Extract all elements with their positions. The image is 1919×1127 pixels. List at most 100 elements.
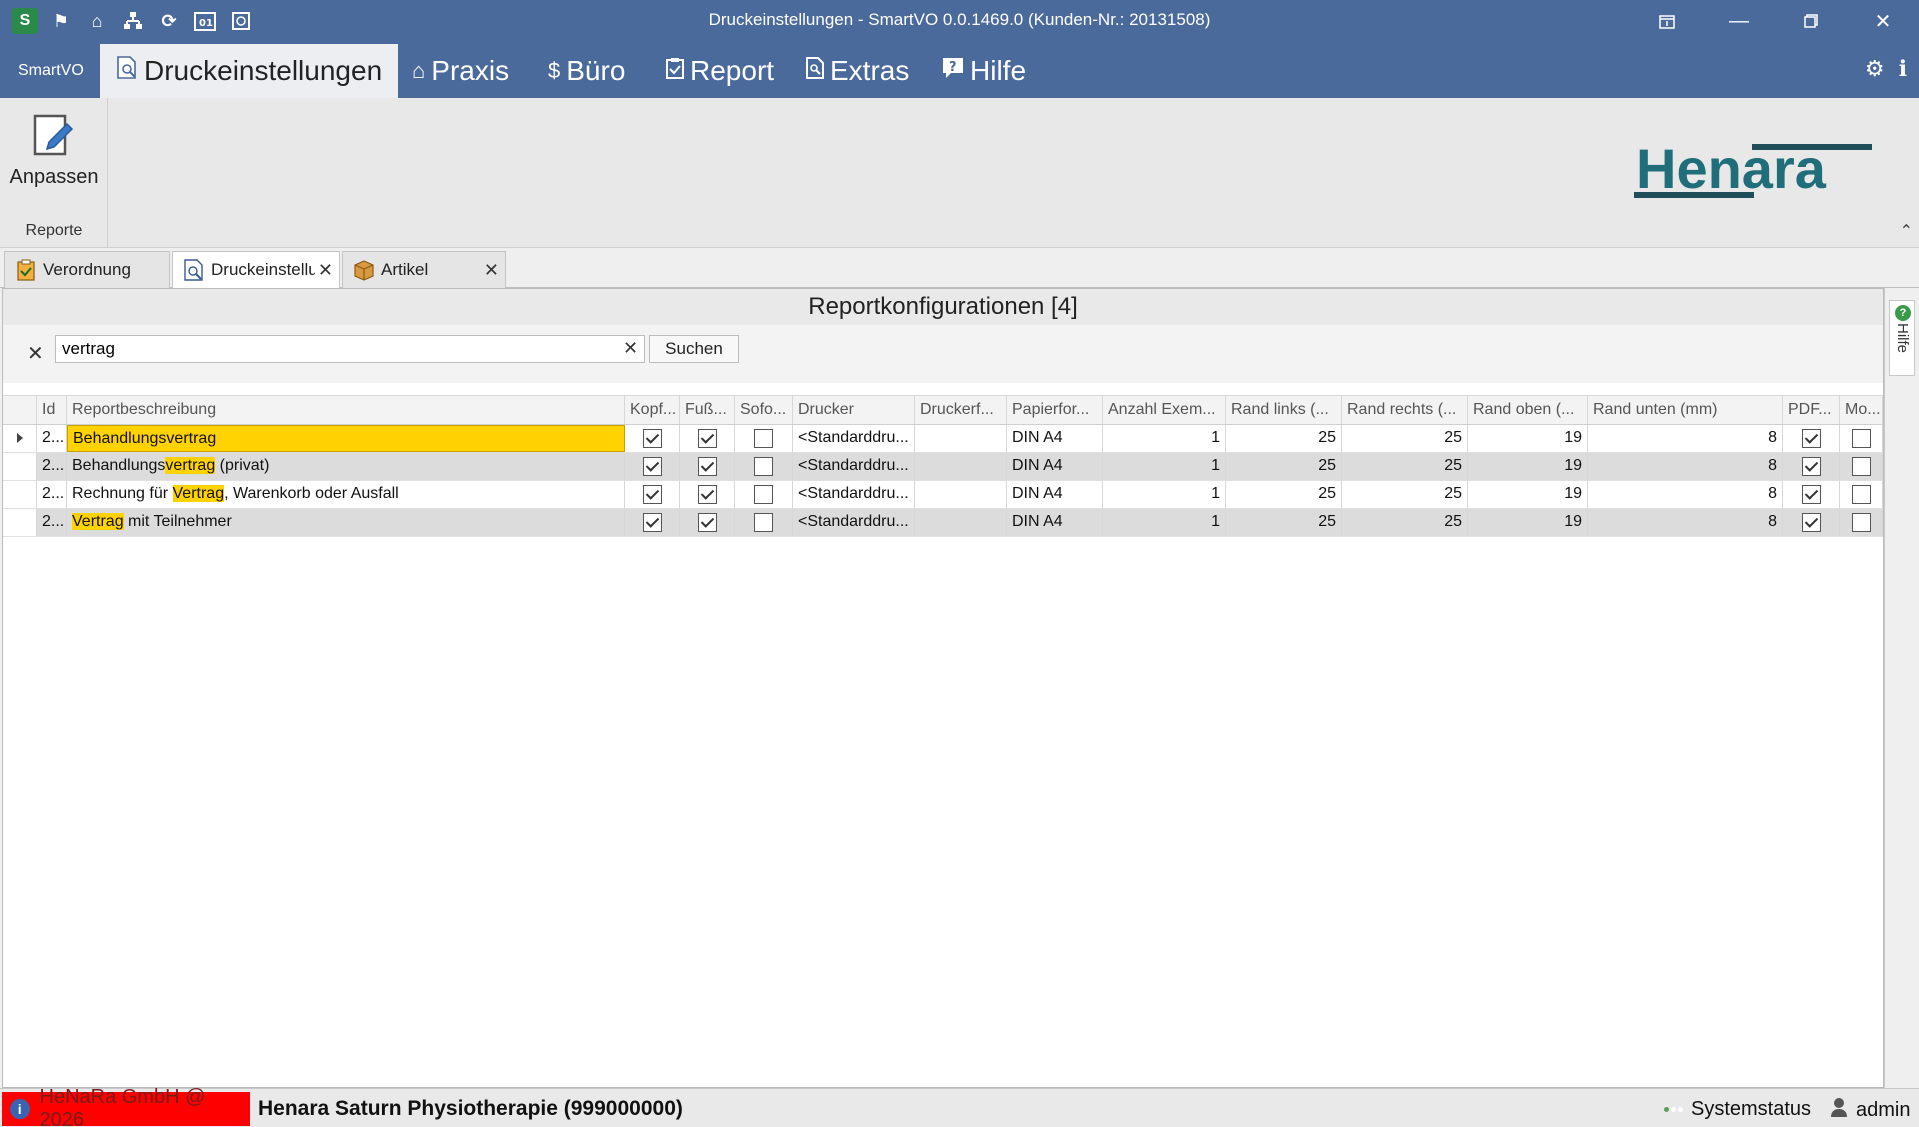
cell-druckerf[interactable] — [915, 453, 1007, 480]
cell-rand-oben[interactable]: 19 — [1468, 453, 1588, 480]
cell-pdf[interactable] — [1783, 481, 1840, 508]
cell-fuss[interactable] — [680, 509, 735, 536]
column-header-reportbeschreibung[interactable]: Reportbeschreibung — [67, 396, 625, 424]
tab-report[interactable]: Report — [654, 44, 786, 98]
kopf-checkbox[interactable] — [642, 457, 662, 476]
table-row[interactable]: 2... Behandlungsvertrag <Standarddru... … — [3, 425, 1883, 453]
cell-papier[interactable]: DIN A4 — [1007, 425, 1103, 452]
cell-mo[interactable] — [1840, 453, 1883, 480]
table-row[interactable]: 2... Rechnung für Vertrag, Warenkorb ode… — [3, 481, 1883, 509]
home-icon[interactable]: ⌂ — [84, 8, 110, 34]
cell-rand-rechts[interactable]: 25 — [1342, 453, 1468, 480]
app-logo-icon[interactable]: S — [12, 8, 38, 34]
cell-rand-rechts[interactable]: 25 — [1342, 425, 1468, 452]
cell-anzahl[interactable]: 1 — [1103, 509, 1226, 536]
help-side-tab[interactable]: ? Hilfe — [1889, 300, 1915, 376]
fuss-checkbox[interactable] — [697, 485, 717, 504]
column-header-id[interactable]: Id — [37, 396, 67, 424]
cell-rand-unten[interactable]: 8 — [1588, 509, 1783, 536]
tab-druckeinstellungen-doc[interactable]: Druckeinstellungen ✕ — [172, 251, 340, 288]
tab-buero[interactable]: $ Büro — [536, 44, 637, 98]
mo-checkbox[interactable] — [1851, 457, 1871, 476]
close-tab-icon[interactable]: ✕ — [484, 260, 499, 281]
cell-rand-oben[interactable]: 19 — [1468, 481, 1588, 508]
cell-rand-unten[interactable]: 8 — [1588, 453, 1783, 480]
cell-rand-rechts[interactable]: 25 — [1342, 509, 1468, 536]
restore-icon[interactable] — [1631, 0, 1703, 42]
cell-kopf[interactable] — [625, 425, 680, 452]
tab-hilfe[interactable]: ? Hilfe — [930, 44, 1038, 98]
column-header-rand-oben[interactable]: Rand oben (... — [1468, 396, 1588, 424]
mo-checkbox[interactable] — [1851, 429, 1871, 448]
column-header-papierformat[interactable]: Papierfor... — [1007, 396, 1103, 424]
cell-drucker[interactable]: <Standarddru... — [793, 453, 915, 480]
sofort-checkbox[interactable] — [754, 513, 773, 532]
cell-rand-links[interactable]: 25 — [1226, 509, 1342, 536]
tab-artikel[interactable]: Artikel ✕ — [342, 251, 506, 288]
cell-description[interactable]: Vertrag mit Teilnehmer — [67, 509, 625, 536]
search-input[interactable] — [55, 335, 645, 363]
sofort-checkbox[interactable] — [754, 429, 773, 448]
column-header-sofort[interactable]: Sofo... — [735, 396, 793, 424]
table-row[interactable]: 2... Behandlungsvertrag (privat) <Standa… — [3, 453, 1883, 481]
pdf-checkbox[interactable] — [1801, 457, 1821, 476]
cell-rand-links[interactable]: 25 — [1226, 453, 1342, 480]
cell-papier[interactable]: DIN A4 — [1007, 453, 1103, 480]
fuss-checkbox[interactable] — [697, 457, 717, 476]
cell-drucker[interactable]: <Standarddru... — [793, 509, 915, 536]
row-indicator[interactable] — [3, 481, 37, 508]
info-icon[interactable]: i — [10, 1099, 30, 1119]
cell-drucker[interactable]: <Standarddru... — [793, 425, 915, 452]
clear-filter-icon[interactable]: ✕ — [27, 341, 44, 366]
cell-papier[interactable]: DIN A4 — [1007, 509, 1103, 536]
fuss-checkbox[interactable] — [697, 429, 717, 448]
cell-description[interactable]: Behandlungsvertrag (privat) — [67, 453, 625, 480]
close-tab-icon[interactable]: ✕ — [318, 260, 333, 281]
sofort-checkbox[interactable] — [754, 485, 773, 504]
tab-praxis[interactable]: ⌂ Praxis — [400, 44, 521, 98]
cell-description[interactable]: Rechnung für Vertrag, Warenkorb oder Aus… — [67, 481, 625, 508]
mo-checkbox[interactable] — [1851, 513, 1871, 532]
cell-id[interactable]: 2... — [37, 481, 67, 508]
column-header-rand-rechts[interactable]: Rand rechts (... — [1342, 396, 1468, 424]
system-status[interactable]: Systemstatus — [1664, 1098, 1811, 1121]
row-indicator[interactable] — [3, 453, 37, 480]
column-header-kopf[interactable]: Kopf... — [625, 396, 680, 424]
kopf-checkbox[interactable] — [642, 485, 662, 504]
kopf-checkbox[interactable] — [642, 513, 662, 532]
tab-druckeinstellungen[interactable]: Druckeinstellungen — [100, 44, 399, 98]
sofort-checkbox[interactable] — [754, 457, 773, 476]
search-button[interactable]: Suchen — [649, 335, 739, 363]
column-header-anzahl[interactable]: Anzahl Exem... — [1103, 396, 1226, 424]
minimize-icon[interactable]: — — [1703, 0, 1775, 42]
tab-smartvo[interactable]: SmartVO — [6, 44, 96, 98]
anpassen-button[interactable]: Anpassen — [8, 106, 100, 206]
cell-id[interactable]: 2... — [37, 425, 67, 452]
cell-pdf[interactable] — [1783, 509, 1840, 536]
row-indicator[interactable] — [3, 509, 37, 536]
cell-rand-links[interactable]: 25 — [1226, 481, 1342, 508]
cell-sofort[interactable] — [735, 453, 793, 480]
cell-pdf[interactable] — [1783, 453, 1840, 480]
cell-druckerf[interactable] — [915, 509, 1007, 536]
cell-fuss[interactable] — [680, 453, 735, 480]
cell-fuss[interactable] — [680, 425, 735, 452]
cell-rand-links[interactable]: 25 — [1226, 425, 1342, 452]
cell-anzahl[interactable]: 1 — [1103, 481, 1226, 508]
mo-checkbox[interactable] — [1851, 485, 1871, 504]
table-row[interactable]: 2... Vertrag mit Teilnehmer <Standarddru… — [3, 509, 1883, 537]
cell-sofort[interactable] — [735, 509, 793, 536]
cell-sofort[interactable] — [735, 425, 793, 452]
search-clear-icon[interactable]: ✕ — [623, 338, 638, 359]
column-header-rand-unten[interactable]: Rand unten (mm) — [1588, 396, 1783, 424]
column-header-mo[interactable]: Mo... — [1840, 396, 1883, 424]
cell-druckerf[interactable] — [915, 425, 1007, 452]
user-indicator[interactable]: admin — [1830, 1097, 1910, 1123]
close-icon[interactable]: ✕ — [1847, 0, 1919, 42]
cell-rand-unten[interactable]: 8 — [1588, 425, 1783, 452]
row-indicator[interactable] — [3, 425, 37, 452]
cell-description[interactable]: Behandlungsvertrag — [67, 425, 625, 452]
cell-mo[interactable] — [1840, 481, 1883, 508]
cell-fuss[interactable] — [680, 481, 735, 508]
cell-id[interactable]: 2... — [37, 453, 67, 480]
